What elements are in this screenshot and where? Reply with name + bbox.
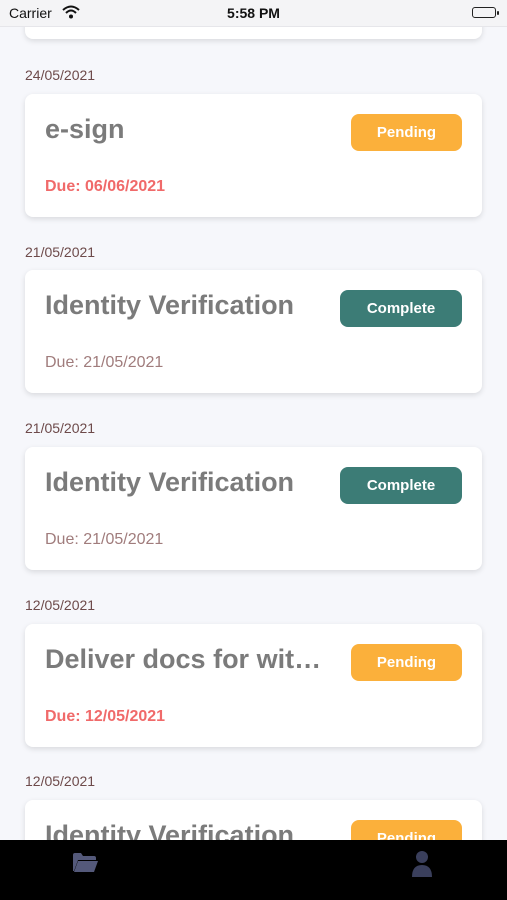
- due-date: Due: 12/05/2021: [45, 708, 166, 725]
- status-badge: Pending: [351, 114, 462, 151]
- due-date: Due: 06/06/2021: [45, 178, 166, 195]
- task-card[interactable]: [25, 26, 482, 39]
- task-card[interactable]: Identity Verification Pending: [25, 800, 482, 840]
- task-card[interactable]: e-sign Pending Due: 06/06/2021: [25, 94, 482, 217]
- status-badge: Pending: [351, 644, 462, 681]
- task-title: Identity Verification: [45, 290, 295, 320]
- task-card[interactable]: Identity Verification Complete Due: 21/0…: [25, 447, 482, 570]
- task-date: 12/05/2021: [25, 597, 96, 613]
- task-title: Identity Verification: [45, 467, 295, 497]
- task-date: 24/05/2021: [25, 67, 96, 83]
- user-icon[interactable]: [410, 850, 434, 878]
- battery-icon: [472, 7, 499, 18]
- task-card[interactable]: Identity Verification Complete Due: 21/0…: [25, 270, 482, 393]
- status-badge: Pending: [351, 820, 462, 840]
- folder-icon[interactable]: [72, 852, 99, 874]
- clock: 5:58 PM: [227, 5, 280, 21]
- status-bar: Carrier 5:58 PM: [0, 0, 507, 27]
- task-date: 12/05/2021: [25, 773, 96, 789]
- status-badge: Complete: [340, 467, 462, 504]
- task-date: 21/05/2021: [25, 244, 96, 260]
- task-title: e-sign: [45, 114, 125, 144]
- due-date: Due: 21/05/2021: [45, 354, 164, 371]
- status-badge: Complete: [340, 290, 462, 327]
- task-card[interactable]: Deliver docs for witnessing Pending Due:…: [25, 624, 482, 747]
- task-title: Identity Verification: [45, 820, 295, 840]
- task-date: 21/05/2021: [25, 420, 96, 436]
- task-list[interactable]: 24/05/2021 e-sign Pending Due: 06/06/202…: [0, 26, 507, 840]
- tab-bar: [0, 840, 507, 900]
- due-date: Due: 21/05/2021: [45, 531, 164, 548]
- task-title: Deliver docs for witnessing: [45, 644, 330, 674]
